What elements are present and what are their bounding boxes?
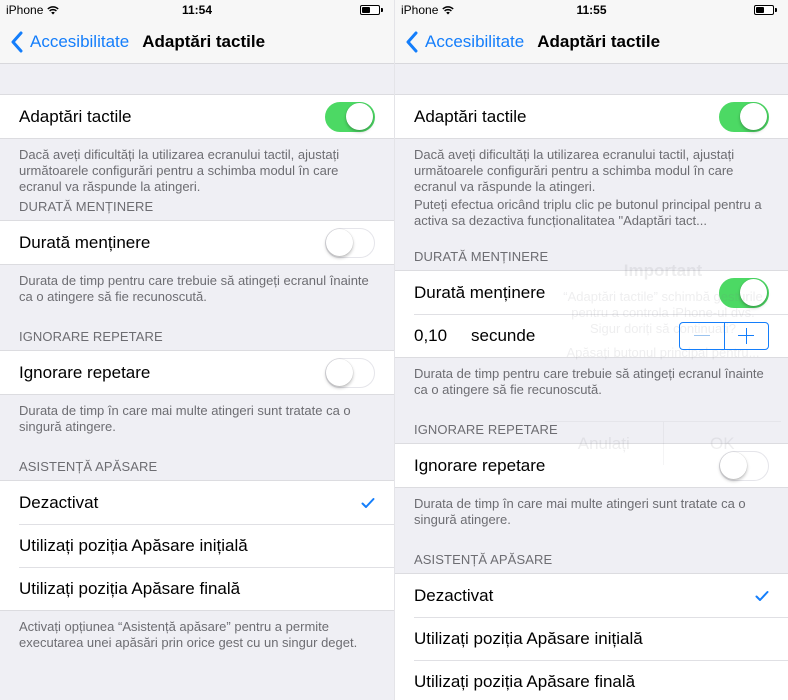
ignore-repeat-group: Ignorare repetare: [395, 443, 788, 488]
status-bar: iPhone 11:55: [395, 0, 788, 20]
tap-assistance-header: ASISTENȚĂ APĂSARE: [414, 552, 553, 567]
back-button[interactable]: Accesibilitate: [0, 31, 129, 53]
ignore-repeat-header: IGNORARE REPETARE: [414, 422, 558, 437]
touch-accommodations-group: Adaptări tactile: [0, 94, 394, 139]
back-label: Accesibilitate: [30, 31, 130, 51]
hold-duration-group: Durată menținere 0,10 secunde: [395, 270, 788, 358]
hold-duration-row: Durată menținere: [395, 271, 788, 314]
touch-accommodations-group: Adaptări tactile: [395, 94, 788, 139]
tap-option-label: Utilizați poziția Apăsare finală: [414, 671, 636, 691]
hold-duration-row: Durată menținere: [0, 221, 394, 264]
ignore-repeat-header: IGNORARE REPETARE: [19, 329, 163, 344]
chevron-left-icon: [11, 31, 23, 52]
page-title: Adaptări tactile: [142, 31, 266, 51]
navigation-bar: Accesibilitate Adaptări tactile: [395, 20, 788, 64]
hold-duration-header: DURATĂ MENȚINERE: [414, 249, 549, 264]
status-bar: iPhone 11:54: [0, 0, 394, 20]
ignore-repeat-row: Ignorare repetare: [395, 444, 788, 487]
tap-assistance-footer: Activați opțiunea “Asistență apăsare” pe…: [19, 619, 358, 650]
tap-option-label: Dezactivat: [19, 492, 99, 512]
hold-duration-label: Durată menținere: [19, 232, 151, 252]
navigation-bar: Accesibilitate Adaptări tactile: [0, 20, 394, 64]
touch-accommodations-label: Adaptări tactile: [414, 106, 527, 126]
hold-duration-stepper: [679, 321, 769, 350]
hold-duration-toggle[interactable]: [719, 277, 769, 308]
battery-icon: [754, 5, 777, 15]
ignore-repeat-toggle[interactable]: [325, 357, 375, 388]
hold-duration-value-row: 0,10 secunde: [395, 314, 788, 357]
ignore-repeat-label: Ignorare repetare: [414, 455, 546, 475]
left-screen: iPhone 11:54 Accesibilitate Adaptări tac…: [0, 0, 394, 700]
tap-option-label: Utilizați poziția Apăsare inițială: [19, 535, 248, 555]
ignore-repeat-group: Ignorare repetare: [0, 350, 394, 395]
touch-accommodations-footer: Dacă aveți dificultăți la utilizarea ecr…: [19, 147, 340, 194]
hold-duration-label: Durată menținere: [414, 282, 546, 302]
back-button[interactable]: Accesibilitate: [395, 31, 524, 53]
page-title: Adaptări tactile: [537, 31, 661, 51]
tap-option-label: Utilizați poziția Apăsare finală: [19, 578, 241, 598]
hold-duration-toggle[interactable]: [325, 227, 375, 258]
decrement-button[interactable]: [680, 322, 725, 349]
hold-duration-footer: Durata de timp pentru care trebuie să at…: [19, 273, 369, 304]
battery-icon: [360, 5, 383, 15]
increment-button[interactable]: [725, 323, 769, 349]
touch-accommodations-footer: Dacă aveți dificultăți la utilizarea ecr…: [414, 147, 735, 194]
tap-assistance-header: ASISTENȚĂ APĂSARE: [19, 459, 158, 474]
hold-duration-unit: secunde: [471, 325, 536, 345]
touch-accommodations-toggle[interactable]: [325, 101, 375, 132]
tap-assistance-group: Dezactivat Utilizați poziția Apăsare ini…: [0, 480, 394, 611]
ignore-repeat-row: Ignorare repetare: [0, 351, 394, 394]
tap-option-final[interactable]: Utilizați poziția Apăsare finală: [395, 660, 788, 700]
checkmark-icon: [755, 590, 769, 601]
tap-option-off[interactable]: Dezactivat: [395, 574, 788, 617]
ignore-repeat-footer: Durata de timp în care mai multe atinger…: [414, 496, 746, 527]
right-screen: iPhone 11:55 Accesibilitate Adaptări tac…: [394, 0, 788, 700]
tap-option-final[interactable]: Utilizați poziția Apăsare finală: [0, 567, 394, 610]
touch-accommodations-label: Adaptări tactile: [19, 106, 132, 126]
tap-option-label: Utilizați poziția Apăsare inițială: [414, 628, 643, 648]
checkmark-icon: [361, 497, 375, 508]
ignore-repeat-label: Ignorare repetare: [19, 362, 151, 382]
minus-icon: [693, 334, 710, 337]
touch-accommodations-toggle[interactable]: [719, 101, 769, 132]
triple-click-footer: Puteți efectua oricând triplu clic pe bu…: [414, 197, 762, 228]
clock: 11:54: [181, 3, 213, 17]
chevron-left-icon: [406, 31, 418, 52]
tap-option-initial[interactable]: Utilizați poziția Apăsare inițială: [395, 617, 788, 660]
clock: 11:55: [576, 3, 607, 17]
hold-duration-group: Durată menținere: [0, 220, 394, 265]
tap-assistance-group: Dezactivat Utilizați poziția Apăsare ini…: [395, 573, 788, 700]
hold-duration-footer: Durata de timp pentru care trebuie să at…: [414, 366, 764, 397]
ignore-repeat-toggle[interactable]: [719, 450, 769, 481]
tap-option-label: Dezactivat: [414, 585, 494, 605]
touch-accommodations-row: Adaptări tactile: [0, 95, 394, 138]
back-label: Accesibilitate: [425, 31, 525, 51]
touch-accommodations-row: Adaptări tactile: [395, 95, 788, 138]
tap-option-initial[interactable]: Utilizați poziția Apăsare inițială: [0, 524, 394, 567]
hold-duration-value: 0,10: [414, 325, 448, 345]
tap-option-off[interactable]: Dezactivat: [0, 481, 394, 524]
ignore-repeat-footer: Durata de timp în care mai multe atinger…: [19, 403, 351, 434]
